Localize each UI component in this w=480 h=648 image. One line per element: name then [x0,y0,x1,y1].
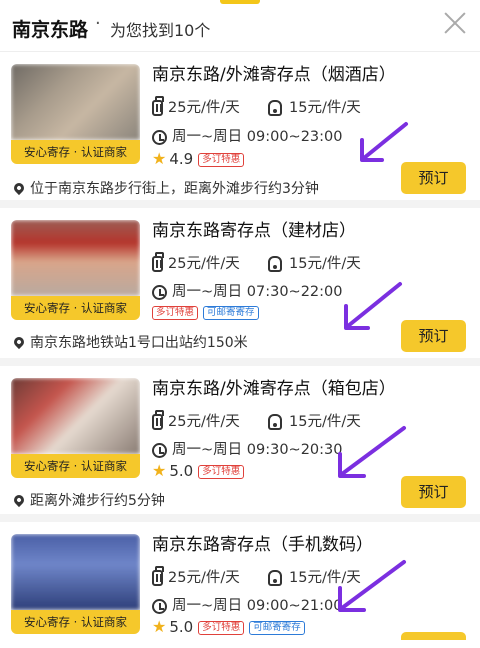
rating-row: ★ 5.0 多订特惠 可邮寄寄存 [152,617,305,636]
location-pin-icon [11,334,27,350]
rating-row: ★ 5.0 多订特惠 [152,461,245,480]
list-item[interactable]: 安心寄存 · 认证商家 南京东路寄存点（手机数码） 25元/件/天 15元/件/… [0,522,480,648]
luggage-icon [152,410,164,430]
clock-icon [152,129,167,145]
location-text: 位于南京东路步行街上，距离外滩步行约3分钟 [30,181,319,197]
price-backpack: 15元/件/天 [289,256,361,272]
backpack-icon [268,100,282,116]
luggage-icon [152,252,164,272]
luggage-icon [152,96,164,116]
list-item[interactable]: 安心寄存 · 认证商家 南京东路/外滩寄存点（烟酒店） 25元/件/天 15元/… [0,52,480,208]
price-backpack: 15元/件/天 [289,100,361,116]
mail-storage-tag: 可邮寄寄存 [203,306,259,320]
location-title[interactable]: 南京东路 [12,15,88,42]
clock-icon [152,442,167,458]
result-count: 为您找到10个 [110,21,211,40]
store-thumbnail: 安心寄存 · 认证商家 [11,534,140,634]
star-icon: ★ [152,461,167,480]
hours-row: 周一~周日 09:00~21:00 [152,594,342,615]
opening-hours: 周一~周日 09:00~21:00 [172,598,343,614]
price-row: 25元/件/天 [152,410,240,431]
backpack-icon [268,256,282,272]
location-pin-icon [11,180,27,196]
purple-arrow-annotation [360,122,408,162]
book-button[interactable]: 预订 [401,476,466,508]
location-row: 位于南京东路步行街上，距离外滩步行约3分钟 [11,178,319,198]
rating-value: 5.0 [169,462,194,480]
discount-tag: 多订特惠 [152,306,199,320]
book-button[interactable] [401,632,466,640]
opening-hours: 周一~周日 07:30~22:00 [172,284,343,300]
certified-badge: 安心寄存 · 认证商家 [11,610,140,634]
discount-tag: 多订特惠 [198,153,245,167]
location-pin-icon [11,492,27,508]
book-button[interactable]: 预订 [401,320,466,352]
discount-tag: 多订特惠 [198,621,245,635]
price-row: 15元/件/天 [268,96,361,117]
store-thumbnail: 安心寄存 · 认证商家 [11,220,140,320]
price-luggage: 25元/件/天 [168,256,240,272]
price-luggage: 25元/件/天 [168,570,240,586]
close-icon[interactable] [444,12,466,34]
price-row: 25元/件/天 [152,96,240,117]
rating-value: 4.9 [169,150,194,168]
purple-arrow-annotation [344,282,402,330]
location-text: 南京东路地铁站1号口出站约150米 [30,335,248,351]
price-row: 25元/件/天 [152,566,240,587]
mail-storage-tag: 可邮寄寄存 [249,621,305,635]
location-row: 距离外滩步行约5分钟 [11,490,165,510]
store-title[interactable]: 南京东路/外滩寄存点（箱包店） [152,374,396,399]
purple-arrow-annotation [338,426,406,478]
star-icon: ★ [152,149,167,168]
header: 南京东路 · 为您找到10个 [0,0,480,52]
clock-icon [152,284,167,300]
store-title[interactable]: 南京东路寄存点（手机数码） [152,530,373,555]
price-luggage: 25元/件/天 [168,100,240,116]
purple-arrow-annotation [338,560,406,612]
tags-row: 多订特惠 可邮寄寄存 [152,305,259,321]
book-button[interactable]: 预订 [401,162,466,194]
store-thumbnail: 安心寄存 · 认证商家 [11,378,140,478]
hours-row: 周一~周日 09:30~20:30 [152,438,342,459]
location-text: 距离外滩步行约5分钟 [30,493,165,509]
star-icon: ★ [152,617,167,636]
store-thumbnail: 安心寄存 · 认证商家 [11,64,140,164]
luggage-icon [152,566,164,586]
price-luggage: 25元/件/天 [168,414,240,430]
store-title[interactable]: 南京东路/外滩寄存点（烟酒店） [152,60,396,85]
list-item[interactable]: 安心寄存 · 认证商家 南京东路/外滩寄存点（箱包店） 25元/件/天 15元/… [0,366,480,522]
rating-row: ★ 4.9 多订特惠 [152,149,245,168]
list-item[interactable]: 安心寄存 · 认证商家 南京东路寄存点（建材店） 25元/件/天 15元/件/天… [0,208,480,366]
certified-badge: 安心寄存 · 认证商家 [11,454,140,478]
certified-badge: 安心寄存 · 认证商家 [11,140,140,164]
opening-hours: 周一~周日 09:00~23:00 [172,129,343,145]
discount-tag: 多订特惠 [198,465,245,479]
certified-badge: 安心寄存 · 认证商家 [11,296,140,320]
price-row: 15元/件/天 [268,252,361,273]
backpack-icon [268,414,282,430]
opening-hours: 周一~周日 09:30~20:30 [172,442,343,458]
store-title[interactable]: 南京东路寄存点（建材店） [152,216,356,241]
price-row: 25元/件/天 [152,252,240,273]
separator-dot: · [95,13,101,34]
location-row: 南京东路地铁站1号口出站约150米 [11,332,248,352]
backpack-icon [268,570,282,586]
hours-row: 周一~周日 07:30~22:00 [152,280,342,301]
hours-row: 周一~周日 09:00~23:00 [152,125,342,146]
rating-value: 5.0 [169,618,194,636]
clock-icon [152,598,167,614]
